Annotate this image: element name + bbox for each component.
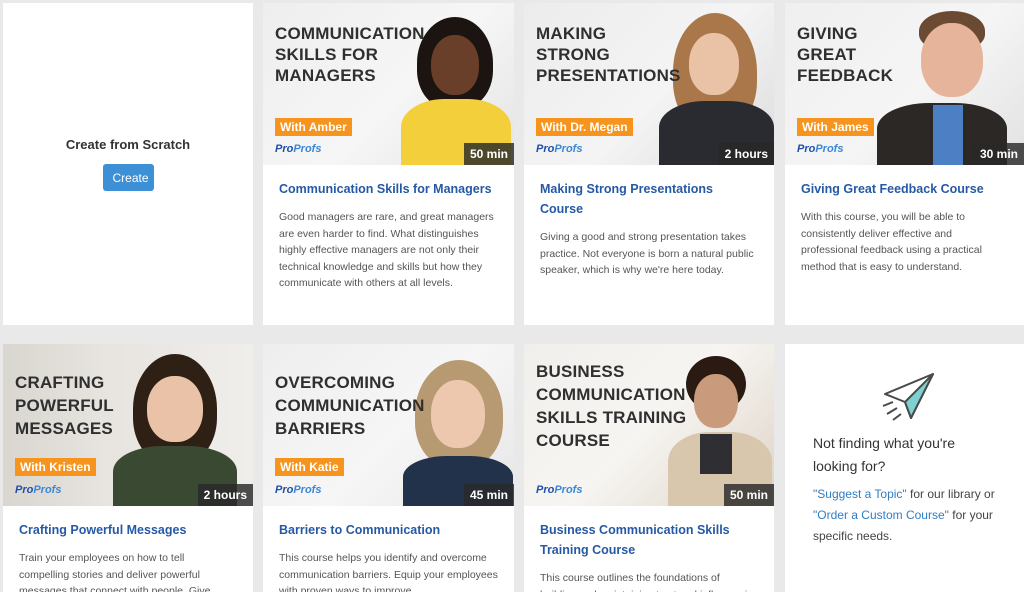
proprofs-logo: ProProfs [536,484,583,496]
course-card[interactable]: OVERCOMING COMMUNICATION BARRIERS With K… [263,344,514,592]
course-description: Giving a good and strong presentation ta… [540,231,754,276]
proprofs-logo: ProProfs [15,484,62,496]
instructor-tag: With Katie [275,458,344,476]
proprofs-logo: ProProfs [797,143,844,155]
course-description: This course helps you identify and overc… [279,552,498,592]
course-description: Train your employees on how to tell comp… [19,552,211,592]
duration-badge: 2 hours [718,143,774,165]
thumbnail-title: GIVING GREAT FEEDBACK [797,24,894,85]
thumbnail-title: COMMUNICATION SKILLS FOR MANAGERS [275,24,425,85]
course-thumbnail[interactable]: CRAFTING POWERFUL MESSAGES With Kristen … [3,344,253,506]
course-title[interactable]: Making Strong Presentations Course [540,179,758,219]
not-finding-title: Not finding what you're looking for? [813,435,955,474]
course-thumbnail[interactable]: OVERCOMING COMMUNICATION BARRIERS With K… [263,344,514,506]
duration-badge: 45 min [463,484,514,506]
course-thumbnail[interactable]: COMMUNICATION SKILLS FOR MANAGERS With A… [263,3,514,165]
not-finding-card: Not finding what you're looking for? "Su… [785,344,1024,592]
course-title[interactable]: Crafting Powerful Messages [19,520,237,540]
duration-badge: 50 min [723,484,774,506]
thumbnail-title: CRAFTING POWERFUL MESSAGES [15,373,114,438]
order-custom-course-link[interactable]: "Order a Custom Course" [813,508,949,522]
create-from-scratch-title: Create from Scratch [65,137,191,152]
course-description: This course outlines the foundations of … [540,572,753,592]
course-title[interactable]: Barriers to Communication [279,520,498,540]
course-description: With this course, you will be able to co… [801,211,982,273]
instructor-tag: With Amber [275,118,352,136]
course-thumbnail[interactable]: BUSINESS COMMUNICATION SKILLS TRAINING C… [524,344,774,506]
course-card[interactable]: COMMUNICATION SKILLS FOR MANAGERS With A… [263,3,514,325]
thumbnail-title: MAKING STRONG PRESENTATIONS [536,24,681,85]
course-title[interactable]: Giving Great Feedback Course [801,179,1008,199]
instructor-tag: With James [797,118,874,136]
instructor-photo [877,11,1007,165]
proprofs-logo: ProProfs [275,143,322,155]
course-thumbnail[interactable]: GIVING GREAT FEEDBACK With James ProProf… [785,3,1024,165]
thumbnail-title: OVERCOMING COMMUNICATION BARRIERS [275,373,425,438]
duration-badge: 50 min [463,143,514,165]
proprofs-logo: ProProfs [275,484,322,496]
duration-badge: 30 min [973,143,1024,165]
create-button[interactable]: Create [102,164,154,191]
suggest-topic-link[interactable]: "Suggest a Topic" [813,487,907,501]
course-thumbnail[interactable]: MAKING STRONG PRESENTATIONS With Dr. Meg… [524,3,774,165]
create-from-scratch-card: Create from Scratch Create [3,3,253,325]
course-card[interactable]: BUSINESS COMMUNICATION SKILLS TRAINING C… [524,344,774,592]
course-card[interactable]: CRAFTING POWERFUL MESSAGES With Kristen … [3,344,253,592]
course-title[interactable]: Business Communication Skills Training C… [540,520,758,560]
thumbnail-title: BUSINESS COMMUNICATION SKILLS TRAINING C… [536,362,687,450]
course-title[interactable]: Communication Skills for Managers [279,179,498,199]
not-finding-text: "Suggest a Topic" for our library or "Or… [813,487,995,543]
course-card[interactable]: MAKING STRONG PRESENTATIONS With Dr. Meg… [524,3,774,325]
paper-plane-icon [881,372,937,427]
course-card[interactable]: GIVING GREAT FEEDBACK With James ProProf… [785,3,1024,325]
instructor-tag: With Dr. Megan [536,118,633,136]
course-description: Good managers are rare, and great manage… [279,211,494,289]
course-library-grid: Create from Scratch Create COMMUNICATION… [0,0,1024,592]
instructor-tag: With Kristen [15,458,96,476]
duration-badge: 2 hours [197,484,253,506]
proprofs-logo: ProProfs [536,143,583,155]
